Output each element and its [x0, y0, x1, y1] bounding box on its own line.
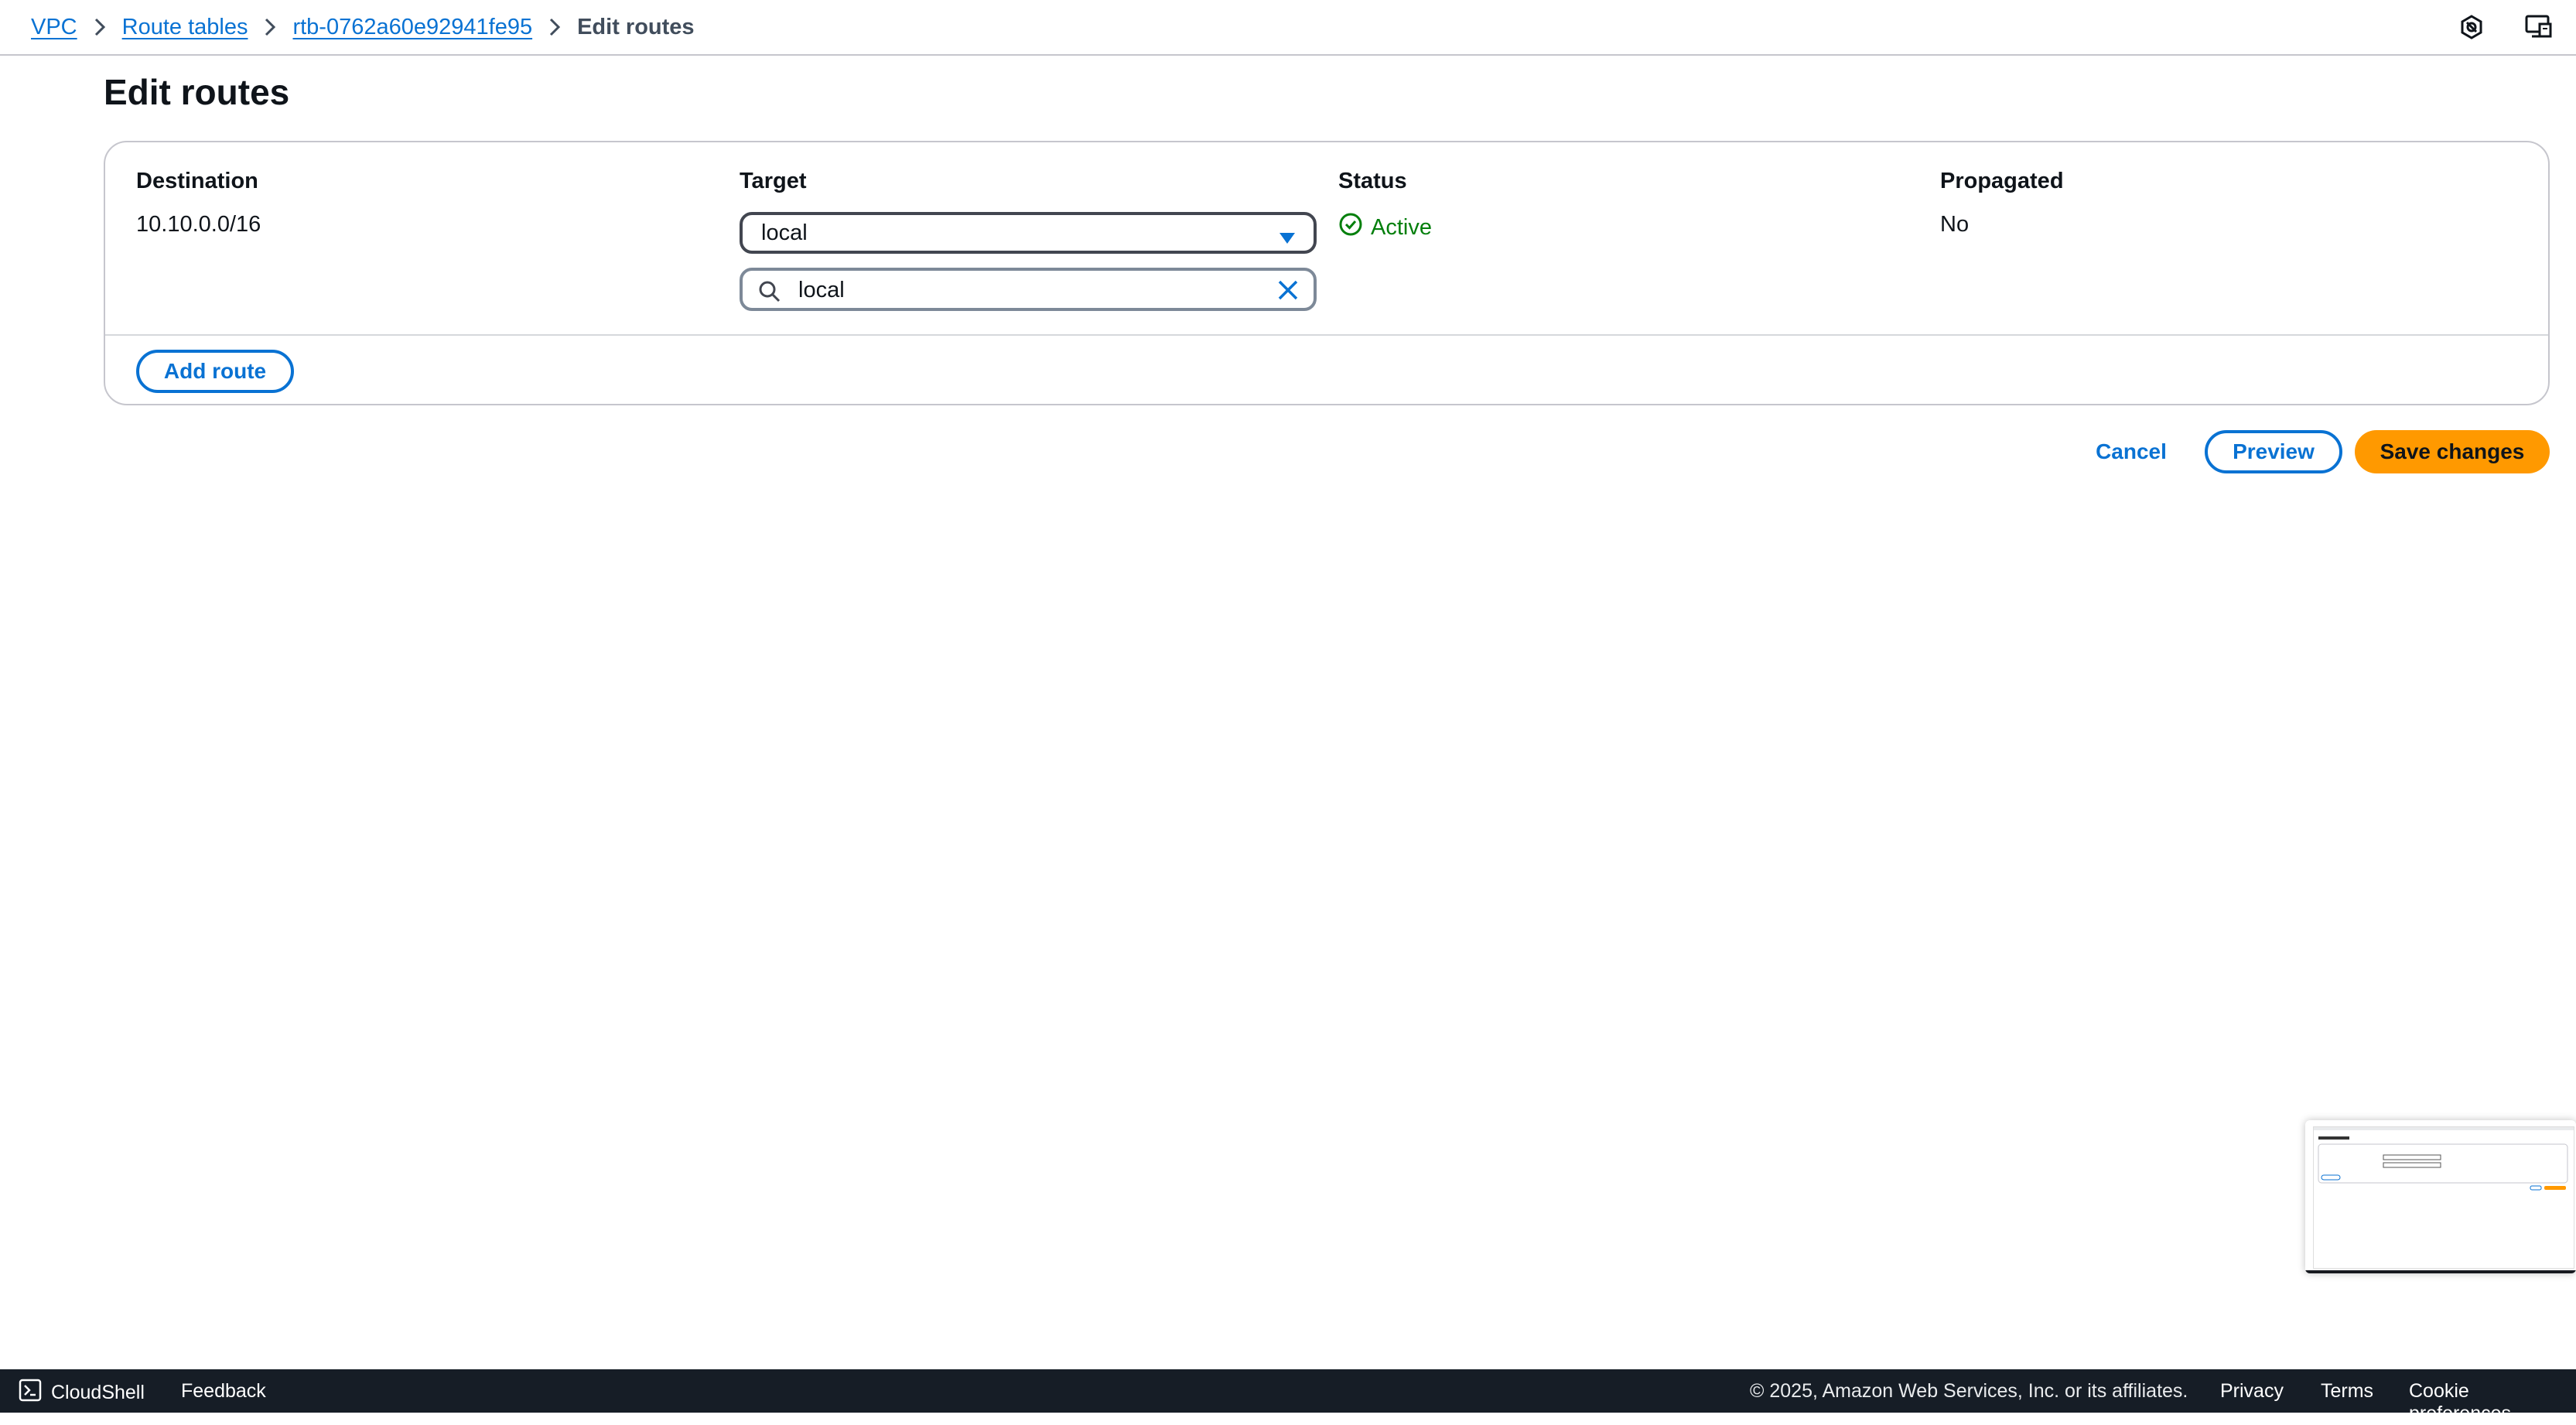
footer: CloudShell Feedback © 2025, Amazon Web S… — [0, 1369, 2576, 1424]
cookie-preferences-link[interactable]: Cookie preferences — [2409, 1380, 2576, 1425]
status-badge: Active — [1338, 212, 1432, 243]
thumbnail-bottom-bar — [2305, 1270, 2576, 1273]
check-circle-icon — [1338, 212, 1363, 243]
save-changes-button[interactable]: Save changes — [2355, 430, 2550, 473]
column-header-destination: Destination — [136, 169, 258, 193]
column-header-status: Status — [1338, 169, 1407, 193]
column-header-target: Target — [740, 169, 807, 193]
breadcrumb-current: Edit routes — [577, 14, 695, 39]
remote-desktop-icon[interactable] — [2520, 9, 2556, 45]
terminal-icon — [19, 1379, 42, 1407]
card-divider — [105, 334, 2548, 336]
page-title: Edit routes — [104, 72, 290, 112]
caret-down-icon — [1278, 226, 1297, 251]
target-select-value: local — [761, 220, 808, 245]
target-search-field[interactable] — [740, 268, 1317, 311]
copyright-text: © 2025, Amazon Web Services, Inc. or its… — [1750, 1380, 2188, 1402]
target-select[interactable]: local — [740, 212, 1317, 254]
breadcrumb-route-table-id-link[interactable]: rtb-0762a60e92941fe95 — [292, 15, 532, 40]
column-header-propagated: Propagated — [1940, 169, 2064, 193]
page-thumbnail-preview[interactable] — [2305, 1120, 2576, 1273]
breadcrumb: VPC Route tables rtb-0762a60e92941fe95 E… — [0, 15, 695, 40]
status-text: Active — [1371, 214, 1432, 240]
breadcrumb-vpc-link[interactable]: VPC — [31, 15, 77, 40]
cancel-button[interactable]: Cancel — [2089, 430, 2174, 473]
breadcrumb-route-tables-link[interactable]: Route tables — [122, 15, 248, 40]
search-icon — [758, 280, 781, 307]
preview-button[interactable]: Preview — [2205, 430, 2342, 473]
terms-link[interactable]: Terms — [2321, 1380, 2373, 1403]
thumbnail-graphic — [2314, 1127, 2574, 1191]
header-icon-group — [2454, 9, 2556, 45]
cloudshell-button[interactable]: CloudShell — [19, 1379, 145, 1407]
chevron-right-icon — [248, 17, 292, 37]
thumbnail-frame — [2313, 1126, 2574, 1269]
cloudshell-label: CloudShell — [51, 1382, 145, 1403]
target-search-input[interactable] — [797, 274, 1233, 306]
settings-hexagon-icon[interactable] — [2454, 9, 2489, 45]
chevron-right-icon — [532, 17, 577, 37]
privacy-link[interactable]: Privacy — [2220, 1380, 2284, 1403]
chevron-right-icon — [77, 17, 122, 37]
route-propagated: No — [1940, 212, 1970, 237]
routes-card: Destination Target Status Propagated 10.… — [104, 141, 2550, 405]
route-destination: 10.10.0.0/16 — [136, 212, 261, 237]
feedback-link[interactable]: Feedback — [181, 1380, 266, 1403]
close-icon[interactable] — [1276, 279, 1300, 306]
top-navigation-bar: VPC Route tables rtb-0762a60e92941fe95 E… — [0, 0, 2576, 56]
add-route-button[interactable]: Add route — [136, 350, 294, 393]
